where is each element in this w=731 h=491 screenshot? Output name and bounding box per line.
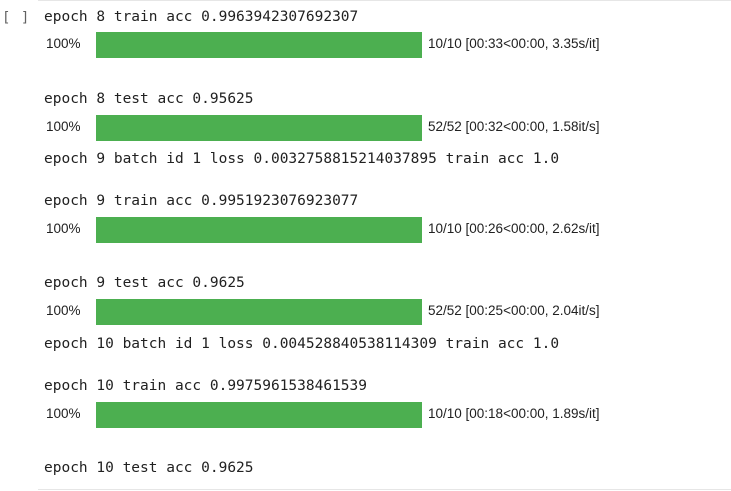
output-top-divider [38, 0, 731, 1]
progress-bar-track [96, 32, 422, 58]
progress-bar-fill [96, 402, 422, 428]
cell-run-indicator[interactable]: [ ] [2, 10, 30, 26]
progress-stats-text: 52/52 [00:32<00:00, 1.58it/s] [428, 119, 600, 134]
progress-bar-track [96, 115, 422, 141]
output-line-epoch9-test: epoch 9 test acc 0.9625 [44, 275, 245, 291]
output-line-epoch9-batch: epoch 9 batch id 1 loss 0.00327588152140… [44, 151, 560, 167]
progress-percent-label: 100% [46, 221, 81, 236]
progress-bar-row: 100% 10/10 [00:33<00:00, 3.35s/it] [0, 32, 731, 58]
output-line-epoch10-batch: epoch 10 batch id 1 loss 0.0045288405381… [44, 336, 560, 352]
progress-bar-fill [96, 299, 422, 325]
progress-bar-fill [96, 217, 422, 243]
progress-bar-fill [96, 32, 422, 58]
progress-percent-label: 100% [46, 119, 81, 134]
output-line-epoch8-test: epoch 8 test acc 0.95625 [44, 91, 254, 107]
output-line-epoch10-train: epoch 10 train acc 0.9975961538461539 [44, 378, 368, 394]
progress-percent-label: 100% [46, 406, 81, 421]
progress-bar-row: 100% 10/10 [00:26<00:00, 2.62s/it] [0, 217, 731, 243]
progress-stats-text: 10/10 [00:26<00:00, 2.62s/it] [428, 221, 600, 236]
progress-percent-label: 100% [46, 303, 81, 318]
progress-stats-text: 52/52 [00:25<00:00, 2.04it/s] [428, 303, 600, 318]
output-line-epoch8-train: epoch 8 train acc 0.9963942307692307 [44, 9, 359, 25]
progress-bar-row: 100% 52/52 [00:32<00:00, 1.58it/s] [0, 115, 731, 141]
progress-bar-track [96, 402, 422, 428]
progress-stats-text: 10/10 [00:33<00:00, 3.35s/it] [428, 36, 600, 51]
progress-bar-track [96, 217, 422, 243]
output-line-epoch10-test: epoch 10 test acc 0.9625 [44, 460, 254, 476]
progress-bar-fill [96, 115, 422, 141]
progress-stats-text: 10/10 [00:18<00:00, 1.89s/it] [428, 406, 600, 421]
output-bottom-divider [38, 489, 731, 490]
progress-bar-row: 100% 52/52 [00:25<00:00, 2.04it/s] [0, 299, 731, 325]
progress-bar-row: 100% 10/10 [00:18<00:00, 1.89s/it] [0, 402, 731, 428]
progress-bar-track [96, 299, 422, 325]
progress-percent-label: 100% [46, 36, 81, 51]
output-line-epoch9-train: epoch 9 train acc 0.9951923076923077 [44, 193, 359, 209]
